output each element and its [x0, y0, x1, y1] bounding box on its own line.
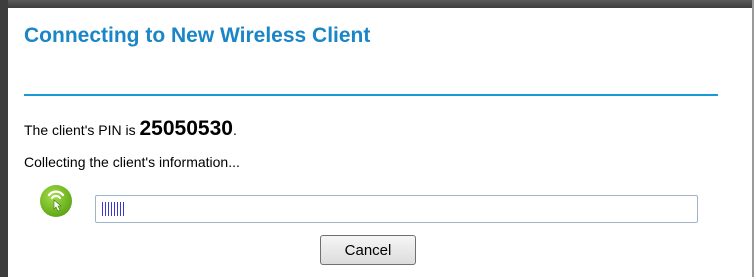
title-divider	[24, 94, 718, 96]
wps-icon-glyph	[47, 190, 65, 212]
progress-fill	[102, 202, 126, 216]
progress-bar	[95, 195, 698, 223]
window-top-edge	[0, 0, 754, 8]
wps-dialog: Connecting to New Wireless Client The cl…	[0, 0, 754, 277]
cancel-button[interactable]: Cancel	[320, 235, 416, 265]
pin-prefix-label: The client's PIN is	[24, 122, 140, 138]
page-title: Connecting to New Wireless Client	[24, 24, 371, 47]
wps-icon	[40, 185, 72, 217]
pin-value: 25050530	[139, 117, 233, 140]
pin-line: The client's PIN is 25050530.	[24, 117, 237, 141]
pin-suffix: .	[232, 122, 237, 138]
window-left-edge	[0, 0, 8, 277]
status-text: Collecting the client's information...	[24, 154, 240, 170]
